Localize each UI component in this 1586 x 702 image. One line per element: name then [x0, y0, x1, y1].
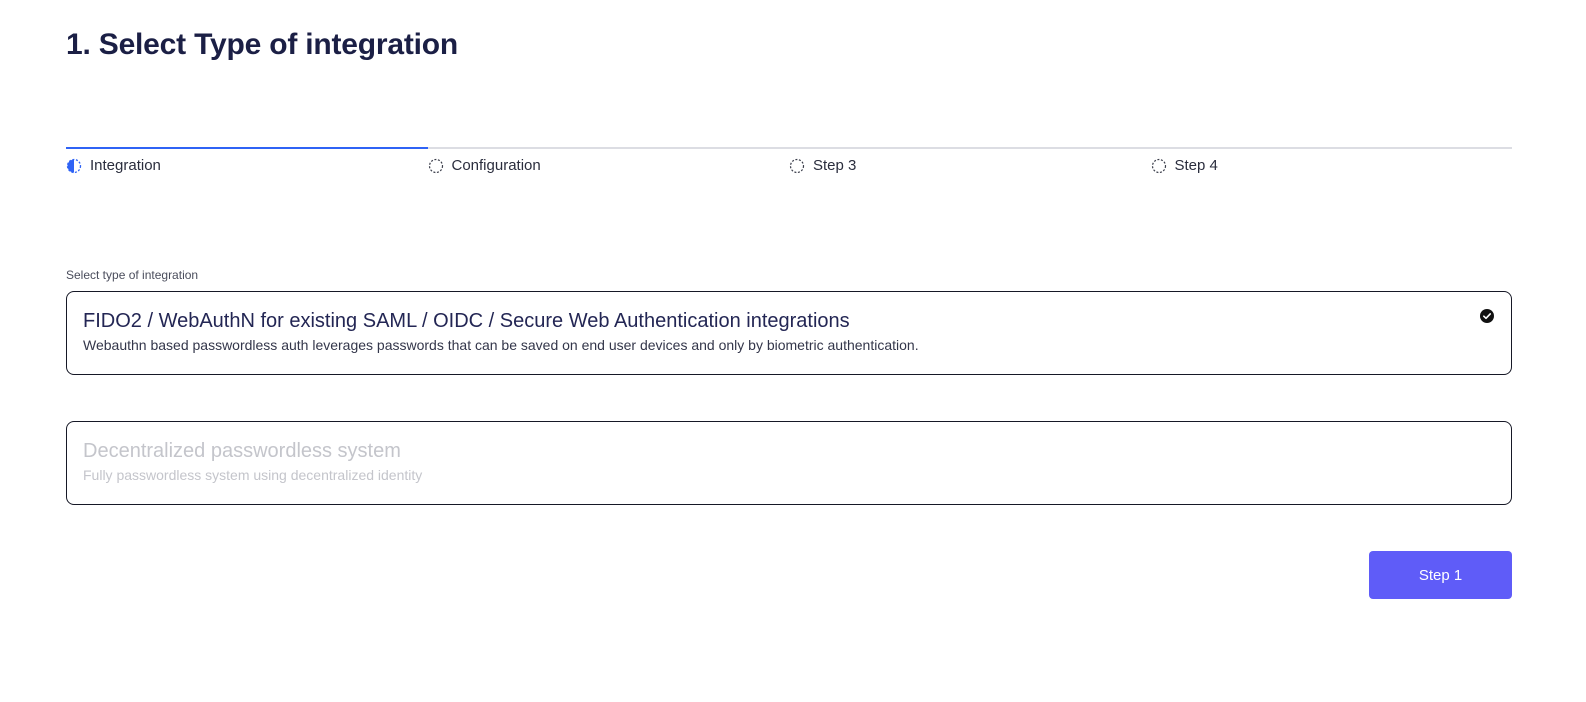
dashed-circle-icon [1151, 158, 1167, 174]
half-circle-progress-icon [66, 158, 82, 174]
option-description: Fully passwordless system using decentra… [83, 467, 423, 483]
step-configuration[interactable]: Configuration [427, 147, 789, 174]
dashed-circle-icon [428, 158, 444, 174]
step-label: Step 4 [1174, 157, 1218, 174]
step-label: Configuration [451, 157, 541, 174]
step-1-button[interactable]: Step 1 [1369, 551, 1512, 599]
step-3[interactable]: Step 3 [789, 147, 1151, 174]
step-integration[interactable]: Integration [66, 147, 428, 174]
page-title: 1. Select Type of integration [66, 28, 459, 61]
step-4[interactable]: Step 4 [1150, 147, 1512, 174]
option-title: FIDO2 / WebAuthN for existing SAML / OID… [83, 310, 850, 332]
step-label: Step 3 [813, 157, 857, 174]
integration-option-fido2[interactable]: FIDO2 / WebAuthN for existing SAML / OID… [66, 291, 1512, 375]
integration-option-decentralized[interactable]: Decentralized passwordless system Fully … [66, 421, 1512, 505]
step-label: Integration [90, 157, 161, 174]
option-title: Decentralized passwordless system [83, 440, 401, 462]
integration-wizard-page: 1. Select Type of integration Integratio… [0, 0, 1586, 702]
check-circle-icon [1479, 308, 1495, 324]
option-description: Webauthn based passwordless auth leverag… [83, 337, 919, 353]
integration-type-label: Select type of integration [66, 268, 199, 282]
stepper: Integration Configuration Step 3 Step 4 [66, 147, 1512, 174]
dashed-circle-icon [789, 158, 805, 174]
